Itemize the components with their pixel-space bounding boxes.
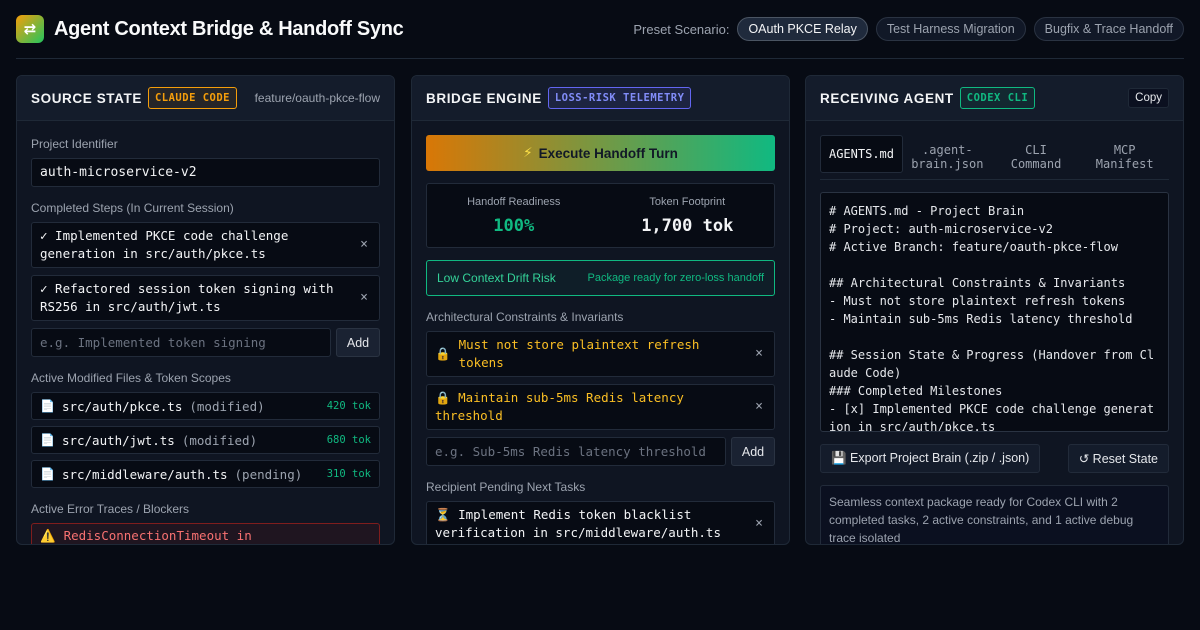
file-row: 📄 src/auth/jwt.ts (modified) 680 tok [31, 426, 380, 454]
add-constraint-row: e.g. Sub-5ms Redis latency threshold Add [426, 437, 775, 466]
reset-state-button[interactable]: ↺ Reset State [1067, 444, 1169, 473]
error-trace-text: RedisConnectionTimeout in [63, 528, 252, 543]
errors-label: Active Error Traces / Blockers [31, 502, 190, 516]
bridge-engine-panel: BRIDGE ENGINE LOSS-RISK TELEMETRY ⚡ Exec… [411, 75, 790, 545]
tab-agents-md[interactable]: AGENTS.md [820, 135, 903, 173]
preset-bugfix-trace-handoff[interactable]: Bugfix & Trace Handoff [1033, 17, 1184, 41]
source-panel-header: SOURCE STATE CLAUDE CODE feature/oauth-p… [17, 76, 394, 121]
output-format-tabs: AGENTS.md .agent-brain.json CLI Command … [820, 135, 1169, 180]
lightning-icon: ⚡ [523, 145, 533, 160]
source-branch-name: feature/oauth-pkce-flow [254, 91, 380, 105]
file-token-count: 680 tok [326, 434, 371, 446]
tasks-label: Recipient Pending Next Tasks [426, 480, 586, 494]
preset-test-harness-migration[interactable]: Test Harness Migration [875, 17, 1026, 41]
receiver-actions: 💾 Export Project Brain (.zip / .json) ↺ … [820, 444, 1169, 473]
telemetry-badge: LOSS-RISK TELEMETRY [547, 87, 692, 109]
files-label: Active Modified Files & Token Scopes [31, 371, 231, 385]
file-status: (modified) [181, 432, 258, 448]
add-constraint-button[interactable]: Add [731, 437, 775, 466]
source-state-panel: SOURCE STATE CLAUDE CODE feature/oauth-p… [16, 75, 395, 545]
completed-step-text: ✓ Implemented PKCE code challenge genera… [40, 228, 289, 261]
export-project-brain-button[interactable]: 💾 Export Project Brain (.zip / .json) [820, 444, 1041, 473]
constraint-text-value: Maintain sub-5ms Redis latency threshold [435, 390, 684, 423]
file-status: (modified) [189, 398, 265, 414]
file-status: (pending) [234, 466, 303, 482]
new-step-input[interactable]: e.g. Implemented token signing [31, 328, 331, 357]
file-icon: 📄 [40, 433, 55, 447]
bridge-panel-title: BRIDGE ENGINE [426, 90, 542, 106]
lock-icon: 🔒 [435, 390, 451, 405]
readiness-label: Handoff Readiness [467, 195, 561, 208]
tab-mcp-manifest[interactable]: MCP Manifest [1080, 135, 1169, 179]
receiver-panel-title: RECEIVING AGENT [820, 90, 954, 106]
drift-risk-text: Low Context Drift Risk [437, 271, 556, 285]
pending-task-text: ⏳ Implement Redis token blacklist verifi… [435, 507, 721, 540]
file-row: 📄 src/middleware/auth.ts (pending) 310 t… [31, 460, 380, 488]
footprint-label: Token Footprint [649, 195, 726, 208]
readiness-value: 100% [493, 215, 535, 236]
completed-step-text: ✓ Refactored session token signing with … [40, 281, 334, 314]
footprint-stat: Token Footprint 1,700 tok [601, 184, 775, 247]
remove-constraint-icon[interactable]: × [752, 345, 766, 363]
handoff-stats: Handoff Readiness 100% Token Footprint 1… [426, 183, 775, 248]
constraint-text: Must not store plaintext refresh tokens [458, 337, 700, 370]
remove-step-icon[interactable]: × [357, 236, 371, 254]
constraint-text: 🔒 Maintain sub-5ms Redis latency thresho… [435, 389, 744, 425]
receiving-agent-panel: RECEIVING AGENT CODEX CLI Copy AGENTS.md… [805, 75, 1184, 545]
error-trace-item: ⚠️ RedisConnectionTimeout in [31, 523, 380, 544]
execute-handoff-label: Execute Handoff Turn [538, 145, 678, 161]
handoff-summary: Seamless context package ready for Codex… [820, 485, 1169, 544]
project-identifier-label: Project Identifier [31, 137, 118, 151]
add-step-row: e.g. Implemented token signing Add [31, 328, 380, 357]
warning-icon: ⚠️ [40, 528, 56, 543]
copy-button[interactable]: Copy [1128, 88, 1169, 108]
constraint-item: 🔒 Maintain sub-5ms Redis latency thresho… [426, 384, 775, 430]
file-token-count: 420 tok [326, 400, 371, 412]
add-step-button[interactable]: Add [336, 328, 380, 357]
preset-selector: Preset Scenario: OAuth PKCE Relay Test H… [633, 17, 1184, 41]
project-identifier-input[interactable]: auth-microservice-v2 [31, 158, 380, 187]
file-token-count: 310 tok [326, 468, 371, 480]
remove-task-icon[interactable]: × [752, 515, 766, 533]
drift-risk-note: Package ready for zero-loss handoff [587, 272, 764, 284]
tab-agent-brain-json[interactable]: .agent-brain.json [903, 135, 992, 179]
source-panel-title: SOURCE STATE [31, 90, 142, 106]
receiver-panel-header: RECEIVING AGENT CODEX CLI Copy [806, 76, 1183, 121]
file-icon: 📄 [40, 467, 55, 481]
receiver-agent-badge: CODEX CLI [959, 87, 1036, 109]
constraints-label: Architectural Constraints & Invariants [426, 310, 624, 324]
completed-step-item: ✓ Implemented PKCE code challenge genera… [31, 222, 380, 268]
tab-cli-command[interactable]: CLI Command [992, 135, 1081, 179]
completed-steps-label: Completed Steps (In Current Session) [31, 201, 234, 215]
agents-md-preview[interactable]: # AGENTS.md - Project Brain # Project: a… [820, 192, 1169, 432]
swap-logo-icon: ⇄ [16, 15, 44, 43]
source-agent-badge: CLAUDE CODE [147, 87, 238, 109]
remove-step-icon[interactable]: × [357, 289, 371, 307]
execute-handoff-button[interactable]: ⚡ Execute Handoff Turn [426, 135, 775, 171]
file-path: src/middleware/auth.ts [61, 466, 228, 482]
pending-task-item: ⏳ Implement Redis token blacklist verifi… [426, 501, 775, 544]
bridge-panel-header: BRIDGE ENGINE LOSS-RISK TELEMETRY [412, 76, 789, 121]
preset-oauth-pkce-relay[interactable]: OAuth PKCE Relay [737, 17, 868, 41]
readiness-stat: Handoff Readiness 100% [427, 184, 601, 247]
file-path: src/auth/pkce.ts [61, 398, 183, 414]
drift-risk-banner: Low Context Drift Risk Package ready for… [426, 260, 775, 296]
brand: ⇄ Agent Context Bridge & Handoff Sync [16, 15, 404, 43]
preset-label: Preset Scenario: [633, 21, 730, 37]
file-row: 📄 src/auth/pkce.ts (modified) 420 tok [31, 392, 380, 420]
constraint-item: 🔒 Must not store plaintext refresh token… [426, 331, 775, 377]
lock-icon: 🔒 [435, 346, 451, 361]
app-title: Agent Context Bridge & Handoff Sync [54, 17, 404, 40]
footprint-value: 1,700 tok [641, 215, 734, 236]
file-path: src/auth/jwt.ts [61, 432, 175, 448]
remove-constraint-icon[interactable]: × [752, 398, 766, 416]
completed-step-item: ✓ Refactored session token signing with … [31, 275, 380, 321]
file-icon: 📄 [40, 399, 55, 413]
app-header: ⇄ Agent Context Bridge & Handoff Sync Pr… [16, 0, 1184, 59]
new-constraint-input[interactable]: e.g. Sub-5ms Redis latency threshold [426, 437, 726, 466]
